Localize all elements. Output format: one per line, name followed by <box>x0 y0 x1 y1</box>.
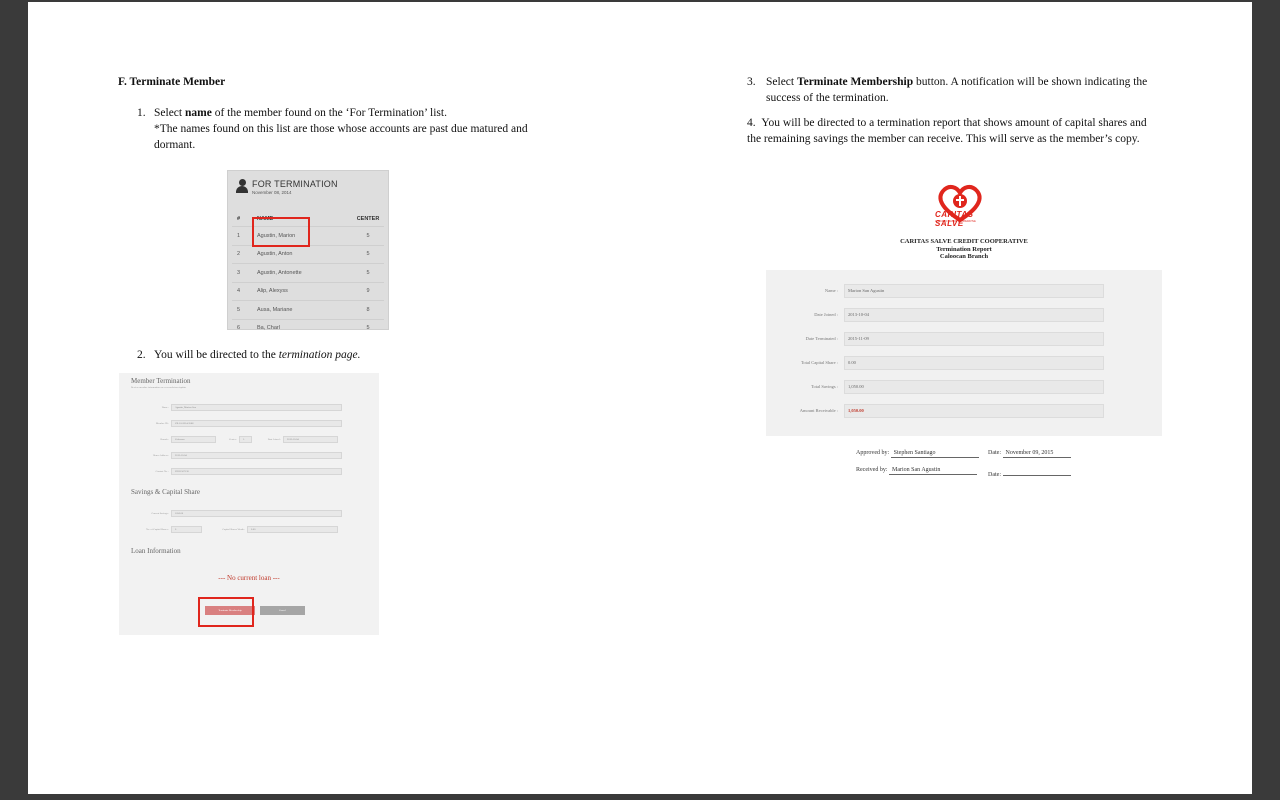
approved-by-label: Approved by: <box>856 450 890 456</box>
person-icon <box>236 179 248 193</box>
step-2-text: You will be directed to the termination … <box>154 347 360 363</box>
highlight-box-terminate <box>198 597 254 627</box>
highlight-box-name <box>252 217 310 247</box>
step-3-prefix: Select <box>766 76 797 88</box>
for-termination-screenshot: FOR TERMINATION November 08, 2014 # NAME… <box>227 170 389 337</box>
date-joined-field[interactable]: 2013-10-04 <box>283 436 338 443</box>
report-name-field: Marion San Agustin <box>844 284 1104 298</box>
savings-section-title: Savings & Capital Share <box>131 488 201 496</box>
member-name-link[interactable]: Ausa, Mariane <box>256 300 352 319</box>
approved-by-line: Approved by: Stephen Santiago <box>856 450 979 458</box>
step-1-prefix: Select <box>154 107 185 119</box>
table-row[interactable]: 6 Ba, Charl 5 <box>232 318 384 337</box>
step-2-italic: termination page. <box>278 349 361 361</box>
step-1-note: *The names found on this list are those … <box>154 123 528 151</box>
report-header: CARITAS SALVE CREDIT COOPERATIVE Termina… <box>854 238 1074 261</box>
logo-text: CARITAS SALVE <box>935 210 974 228</box>
report-title: Termination Report <box>936 245 992 253</box>
loan-section-title: Loan Information <box>131 547 181 555</box>
approved-date-line: Date: November 09, 2015 <box>988 450 1071 458</box>
section-title: F. Terminate Member <box>118 76 226 88</box>
member-termination-title: Member Termination <box>131 377 191 385</box>
home-address-field[interactable]: 2013-10-04 <box>171 452 342 459</box>
report-total-savings-field: 1,050.00 <box>844 380 1104 394</box>
step-2-prefix: You will be directed to the <box>154 349 279 361</box>
table-row[interactable]: 5 Ausa, Mariane 8 <box>232 300 384 319</box>
report-capital-share-field: 0.00 <box>844 356 1104 370</box>
received-date-line: Date: <box>988 467 1071 478</box>
received-date-label: Date: <box>988 472 1001 478</box>
member-name-link[interactable]: Ba, Charl <box>256 318 352 337</box>
logo-subtext: A MICRO FINANCE COOPERATIVE <box>935 220 976 223</box>
step-1-rest: of the member found on the ‘For Terminat… <box>211 107 447 119</box>
step-1-bold: name <box>184 107 212 119</box>
caritas-salve-logo: CARITAS SALVE A MICRO FINANCE COOPERATIV… <box>931 180 989 228</box>
report-amount-receivable-field: 1,050.00 <box>844 404 1104 418</box>
current-savings-field[interactable]: 1050.00 <box>171 510 342 517</box>
step-number-1: 1. <box>137 107 146 119</box>
member-name-link[interactable]: Alip, Alexyss <box>256 281 352 301</box>
no-loan-message: --- No current loan --- <box>218 574 280 582</box>
received-by-label: Received by: <box>856 467 888 473</box>
for-termination-date: November 08, 2014 <box>252 190 292 195</box>
step-3-bold: Terminate Membership <box>796 76 914 88</box>
cancel-button[interactable]: Cancel <box>260 606 305 615</box>
termination-report-form: Name : Marion San Agustin Date Joined : … <box>766 270 1162 436</box>
step-number-3: 3. <box>747 76 756 88</box>
step-1-text: Select name of the member found on the ‘… <box>154 105 584 121</box>
for-termination-title: FOR TERMINATION <box>252 179 338 189</box>
step-4-text: 4. You will be directed to a termination… <box>747 115 1155 147</box>
report-date-joined-field: 2013-10-04 <box>844 308 1104 322</box>
received-by-line: Received by: Marion San Agustin <box>856 467 977 475</box>
approved-date-label: Date: <box>988 450 1001 456</box>
received-date-blank <box>1002 467 1071 476</box>
step-4-body: You will be directed to a termination re… <box>747 117 1147 145</box>
table-row[interactable]: 2 Agustin, Anton 5 <box>232 244 384 264</box>
report-branch: Caloocan Branch <box>939 253 989 260</box>
table-row[interactable]: 3 Agustin, Antonette 5 <box>232 263 384 282</box>
for-termination-header: FOR TERMINATION November 08, 2014 <box>236 177 381 199</box>
approved-by-name: Stephen Santiago <box>890 450 979 458</box>
step-number-4: 4. <box>747 117 756 129</box>
member-id-field[interactable]: CR-10-2014-3568 <box>171 420 342 427</box>
org-name: CARITAS SALVE CREDIT COOPERATIVE <box>900 238 1028 245</box>
step-3-text: Select Terminate Membership button. A no… <box>766 74 1156 106</box>
step-number-2: 2. <box>137 349 146 361</box>
capital-shares-worth-field[interactable]: 0.00 <box>247 526 338 533</box>
capital-shares-count-field[interactable]: 0 <box>171 526 202 533</box>
report-date-terminated-field: 2015-11-09 <box>844 332 1104 346</box>
received-by-name: Marion San Agustin <box>889 467 977 475</box>
name-field[interactable]: Agustin, Marion Son <box>171 404 342 411</box>
document-page: F. Terminate Member 1. Select name of th… <box>28 2 1252 794</box>
member-termination-screenshot: Member Termination Review member informa… <box>119 373 379 635</box>
member-termination-subtitle: Review member information on or records/… <box>131 386 187 389</box>
approved-date-value: November 09, 2015 <box>1002 450 1071 458</box>
contact-field[interactable]: 09321507130 <box>171 468 342 475</box>
member-name-link[interactable]: Agustin, Antonette <box>256 263 352 282</box>
col-header-center: CENTER <box>356 215 380 222</box>
member-name-link[interactable]: Agustin, Anton <box>256 244 352 264</box>
table-row[interactable]: 4 Alip, Alexyss 9 <box>232 281 384 301</box>
